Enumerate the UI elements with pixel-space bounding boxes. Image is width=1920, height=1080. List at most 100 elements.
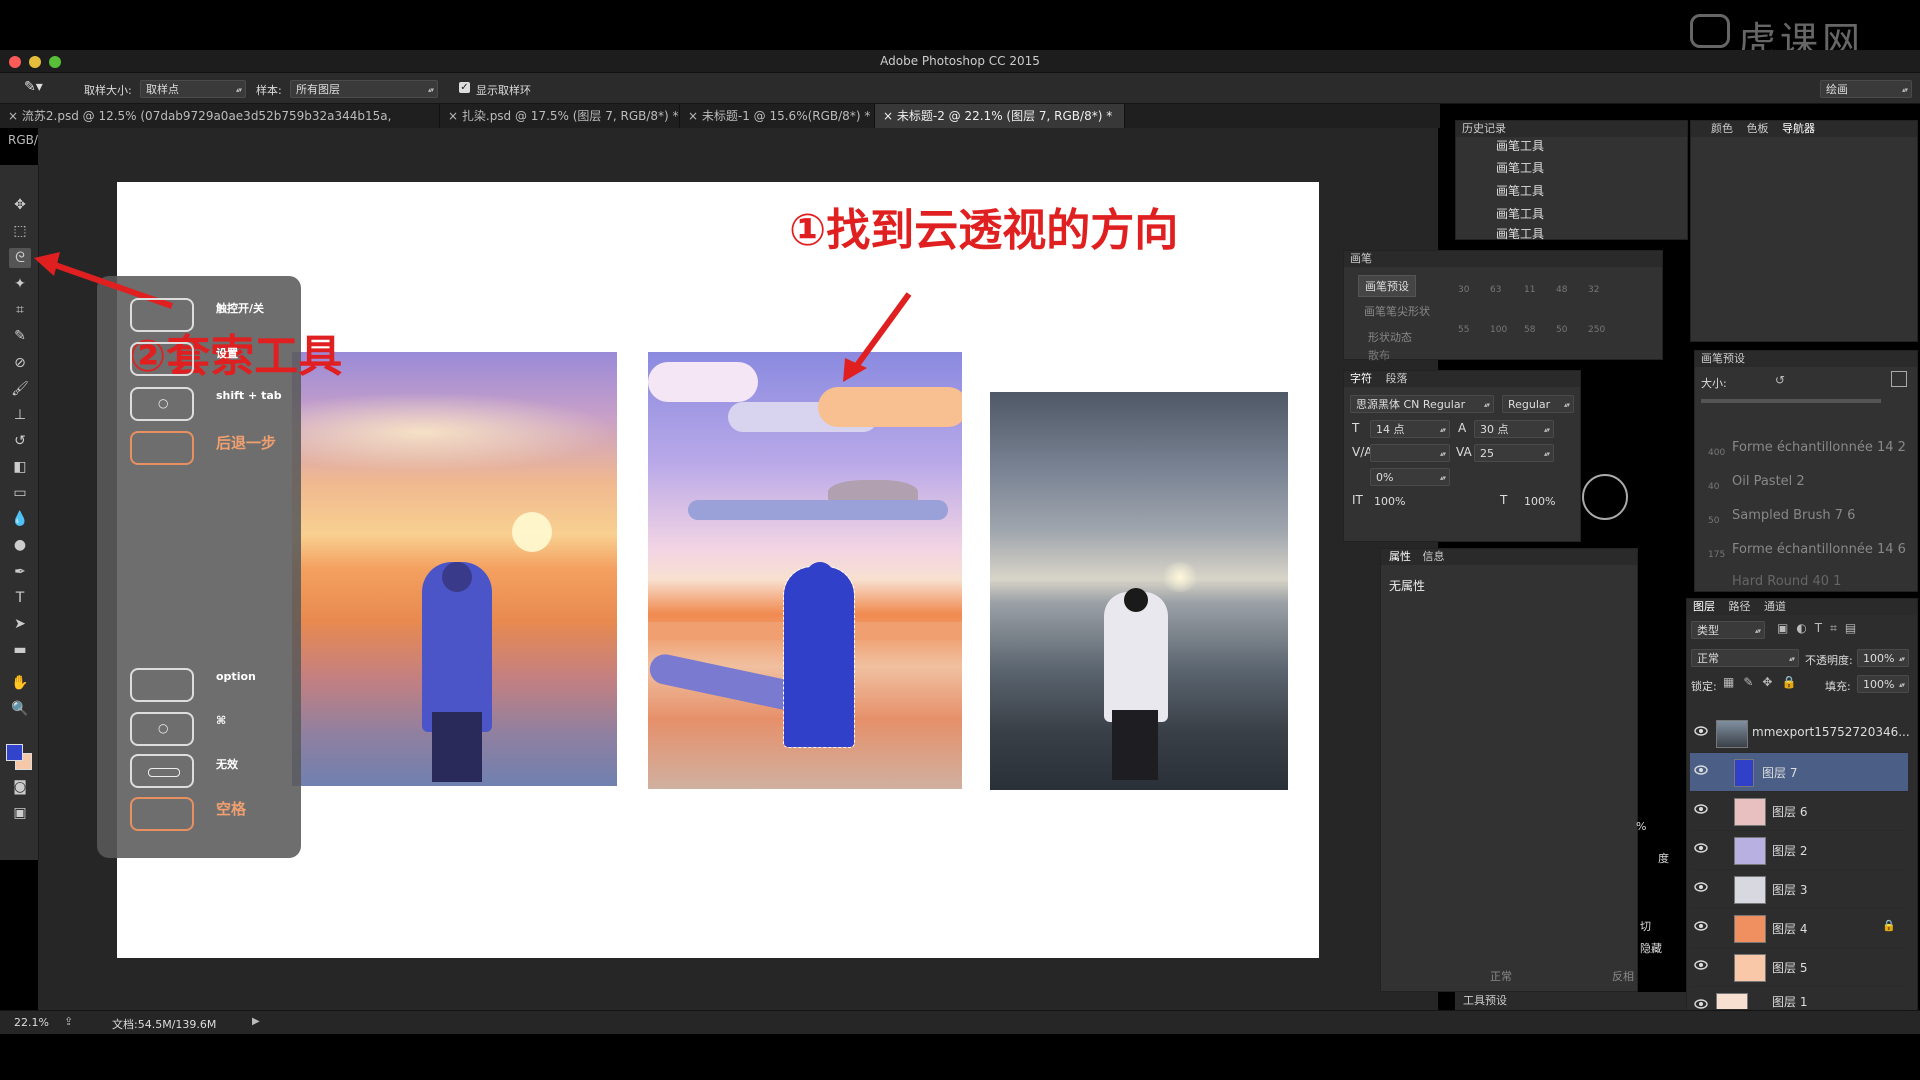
brush-preset-item[interactable]: Oil Pastel 2 (1732, 474, 1805, 489)
tab-swatches[interactable]: 色板 (1747, 122, 1769, 135)
tab-paragraph[interactable]: 段落 (1376, 372, 1408, 385)
kerning-select[interactable] (1370, 444, 1450, 463)
font-size-select[interactable]: 14 点 (1370, 420, 1450, 439)
layer-row[interactable]: 图层 2 (1690, 831, 1908, 870)
tab-untitled-1[interactable]: × 未标题-1 @ 15.6%(RGB/8*) * (680, 104, 875, 128)
history-item[interactable]: 画笔工具 (1496, 225, 1544, 242)
status-menu-arrow-icon[interactable]: ▶ (252, 1016, 260, 1027)
horizontal-scale-value[interactable]: 100% (1524, 495, 1555, 508)
stamp-tool-icon[interactable]: ⊥ (9, 405, 31, 425)
pen-tool-icon[interactable]: ✒ (9, 562, 31, 582)
history-brush-icon[interactable]: ↺ (9, 431, 31, 451)
tab-zharan[interactable]: × 扎染.psd @ 17.5% (图层 7, RGB/8*) * (440, 104, 680, 128)
close-icon[interactable]: × (883, 109, 897, 123)
eye-icon[interactable] (1694, 726, 1708, 736)
marquee-tool-icon[interactable]: ⬚ (9, 221, 31, 241)
tab-paths[interactable]: 路径 (1719, 600, 1751, 613)
move-tool-icon[interactable]: ✥ (9, 195, 31, 215)
brush-preset-button[interactable]: 画笔预设 (1358, 275, 1416, 297)
font-style-select[interactable]: Regular (1502, 395, 1574, 414)
history-item[interactable]: 画笔工具 (1496, 159, 1544, 176)
document-size[interactable]: 文档:54.5M/139.6M (112, 1016, 216, 1032)
close-icon[interactable]: × (8, 109, 22, 123)
font-family-select[interactable]: 思源黑体 CN Regular (1350, 395, 1494, 414)
tab-liusu[interactable]: × 流苏2.psd @ 12.5% (07dab9729a0ae3d52b759… (0, 104, 440, 147)
vertical-scale-value[interactable]: 100% (1374, 495, 1405, 508)
tool-presets-bar[interactable]: 工具预设 (1455, 992, 1686, 1010)
eye-icon[interactable] (1694, 960, 1708, 970)
brush-preset-item[interactable]: Hard Round 40 1 (1732, 574, 1841, 589)
tab-info[interactable]: 信息 (1415, 550, 1445, 563)
brush-size-slider[interactable] (1701, 399, 1881, 403)
share-icon[interactable]: ⇪ (64, 1015, 73, 1028)
brush-tip-shape[interactable]: 画笔笔尖形状 (1364, 303, 1430, 319)
screen-mode-icon[interactable]: ▣ (9, 803, 31, 823)
scale-select[interactable]: 0% (1370, 468, 1450, 487)
eye-icon[interactable] (1694, 999, 1708, 1009)
layer-row-selected[interactable]: 图层 7 (1690, 753, 1908, 792)
leading-select[interactable]: 30 点 (1474, 420, 1554, 439)
tab-navigator[interactable]: 导航器 (1782, 122, 1815, 135)
foreground-color-swatch[interactable] (6, 744, 23, 761)
new-preset-icon[interactable] (1891, 371, 1907, 387)
layer-row[interactable]: 图层 6 (1690, 792, 1908, 831)
opacity-input[interactable]: 100% (1857, 649, 1909, 668)
eye-icon[interactable] (1694, 804, 1708, 814)
hand-tool-icon[interactable]: ✋ (9, 673, 31, 693)
healing-brush-icon[interactable]: ⊘ (9, 353, 31, 373)
zoom-tool-icon[interactable]: 🔍 (9, 699, 31, 719)
path-select-icon[interactable]: ➤ (9, 614, 31, 634)
tab-layers[interactable]: 图层 (1687, 600, 1715, 613)
history-item[interactable]: 画笔工具 (1496, 137, 1544, 154)
shape-dynamics[interactable]: 形状动态 (1368, 329, 1412, 345)
reset-icon[interactable]: ↺ (1775, 373, 1785, 387)
lock-icons[interactable]: ▦✎✥🔒 (1723, 675, 1805, 689)
eye-icon[interactable] (1694, 882, 1708, 892)
eye-icon[interactable] (1694, 843, 1708, 853)
show-ring-checkbox[interactable]: ✓ (459, 82, 470, 93)
tab-color[interactable]: 颜色 (1711, 122, 1733, 135)
brush-tool-icon[interactable]: 🖌 (9, 379, 31, 399)
canvas[interactable]: ①找到云透视的方向 ②套索工具 (97, 182, 1319, 958)
tracking-select[interactable]: 25 (1474, 444, 1554, 463)
zoom-level[interactable]: 22.1% (14, 1016, 49, 1029)
tab-channels[interactable]: 通道 (1754, 600, 1786, 613)
blend-mode-select[interactable]: 正常 (1691, 649, 1799, 668)
blur-tool-icon[interactable]: 💧 (9, 509, 31, 529)
eyedropper-icon[interactable]: ✎ (9, 326, 31, 346)
eye-icon[interactable] (1694, 765, 1708, 775)
layer-row[interactable]: 图层 5 (1690, 948, 1908, 987)
minimize-window-button[interactable] (29, 56, 41, 68)
maximize-window-button[interactable] (49, 56, 61, 68)
gradient-tool-icon[interactable]: ▭ (9, 483, 31, 503)
close-icon[interactable]: × (688, 109, 702, 123)
layer-row[interactable]: 图层 1 (1690, 987, 1908, 1010)
brush-preset-item[interactable]: Forme échantillonnée 14 6 (1732, 542, 1906, 557)
fill-input[interactable]: 100% (1857, 675, 1909, 694)
close-window-button[interactable] (9, 56, 21, 68)
sample-size-select[interactable]: 取样点 (140, 80, 246, 99)
shape-tool-icon[interactable]: ▬ (9, 640, 31, 660)
sample-select[interactable]: 所有图层 (290, 80, 438, 99)
filter-icons[interactable]: ▣◐T⌗▤ (1777, 621, 1864, 636)
tab-untitled-2[interactable]: × 未标题-2 @ 22.1% (图层 7, RGB/8*) * (875, 104, 1125, 128)
workspace-select[interactable]: 绘画 (1820, 80, 1912, 99)
history-item[interactable]: 画笔工具 (1496, 182, 1544, 199)
eye-icon[interactable] (1694, 921, 1708, 931)
brush-scatter[interactable]: 散布 (1368, 347, 1390, 363)
eyedropper-tool-icon[interactable]: ✎▾ (24, 79, 43, 95)
brush-preset-item[interactable]: Sampled Brush 7 6 (1732, 508, 1855, 523)
layer-row[interactable]: 图层 3 (1690, 870, 1908, 909)
layer-row[interactable]: mmexport15752720346... (1690, 714, 1910, 753)
tab-character[interactable]: 字符 (1344, 372, 1372, 385)
eraser-tool-icon[interactable]: ◧ (9, 457, 31, 477)
layer-filter-select[interactable]: 类型 (1691, 621, 1765, 640)
history-item[interactable]: 画笔工具 (1496, 205, 1544, 222)
layer-row[interactable]: 图层 4 🔒 (1690, 909, 1908, 948)
type-tool-icon[interactable]: T (9, 588, 31, 608)
quick-mask-icon[interactable]: ◙ (9, 777, 31, 797)
close-icon[interactable]: × (448, 109, 462, 123)
dodge-tool-icon[interactable]: ● (9, 535, 31, 555)
tab-properties[interactable]: 属性 (1381, 550, 1411, 563)
brush-preset-item[interactable]: Forme échantillonnée 14 2 (1732, 440, 1906, 455)
